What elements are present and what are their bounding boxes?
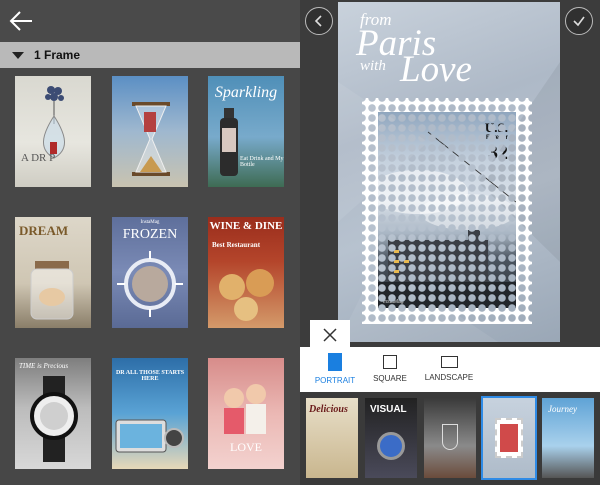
stamp-forever: Forever — [485, 135, 508, 141]
mini-stamp-photo — [500, 424, 518, 452]
confirm-button[interactable] — [565, 7, 593, 35]
template-subtitle: Best Restaurant — [212, 241, 261, 249]
stamp-brand: InstaMag — [383, 299, 404, 305]
drop-illustration — [43, 86, 65, 159]
camera-lens-icon — [377, 432, 405, 460]
left-toolbar — [0, 0, 300, 42]
template-caption: WINE & DINE — [209, 220, 283, 232]
template-caption: LOVE — [230, 440, 262, 454]
template-a-drop[interactable]: A DR P — [15, 76, 91, 187]
template-top-label: InstaMag — [140, 220, 160, 225]
template-love[interactable]: LOVE — [208, 358, 284, 469]
layout-label: LANDSCAPE — [424, 373, 474, 382]
editor-canvas[interactable]: from Paris with Love U.S. Forever 32 Ins… — [338, 2, 560, 342]
wine-glass-icon — [442, 424, 458, 450]
template-subtitle: Eat Drink and My Bottle — [240, 156, 284, 168]
landscape-icon — [440, 356, 458, 368]
close-button[interactable] — [310, 320, 350, 350]
collapse-triangle-icon — [12, 51, 24, 59]
stamp-photo[interactable]: U.S. Forever 32 InstaMag — [378, 112, 516, 308]
strip-item-delicious[interactable]: Delicious — [306, 398, 358, 478]
template-caption: FROZEN — [122, 227, 178, 242]
title-with: with — [360, 58, 386, 74]
section-label: 1 Frame — [34, 48, 81, 62]
square-icon — [383, 355, 397, 369]
back-arrow-icon[interactable] — [8, 8, 34, 34]
strip-item-journey[interactable]: Journey — [542, 398, 594, 478]
section-header[interactable]: 1 Frame — [0, 42, 300, 68]
template-time[interactable]: TIME is Precious — [15, 358, 91, 469]
template-dream[interactable]: DREAM — [15, 217, 91, 328]
back-button[interactable] — [305, 7, 333, 35]
strip-label: VISUAL — [370, 404, 407, 415]
strip-item-visual[interactable]: VISUAL — [365, 398, 417, 478]
chevron-left-icon — [314, 15, 322, 27]
watch-illustration — [30, 376, 78, 462]
template-frozen[interactable]: InstaMag FROZEN — [112, 217, 188, 328]
portrait-icon — [328, 353, 342, 371]
template-caption: Sparkling — [214, 84, 278, 101]
template-caption: DREAM — [19, 223, 69, 238]
template-strip: Delicious VISUAL Journey — [300, 392, 600, 485]
template-sparkling[interactable]: Sparkling Eat Drink and My Bottle — [208, 76, 284, 187]
hourglass-illustration — [132, 102, 170, 176]
strip-item-glass[interactable] — [424, 398, 476, 478]
stamp-country: U.S. — [484, 120, 508, 135]
template-browser: 1 Frame A DR P Sparkling Eat Drink and M… — [0, 0, 300, 485]
template-hourglass[interactable] — [112, 76, 188, 187]
stamp-frame: U.S. Forever 32 InstaMag — [362, 98, 532, 324]
close-icon — [323, 328, 337, 342]
food-illustration — [219, 269, 274, 321]
template-caption: TIME is Precious — [19, 362, 69, 370]
strip-item-paris-selected[interactable] — [481, 396, 537, 480]
stamp-price: 32 — [488, 142, 508, 164]
template-caption: A DR P — [21, 152, 56, 164]
checkmark-icon — [573, 16, 585, 27]
strip-label: Journey — [548, 404, 577, 414]
template-caption: DR ALL THOSE STARTS HERE — [115, 370, 185, 382]
template-beach[interactable]: DR ALL THOSE STARTS HERE — [112, 358, 188, 469]
strip-label: Delicious — [309, 404, 348, 415]
title-love: Love — [400, 49, 472, 90]
template-wine-dine[interactable]: WINE & DINE Best Restaurant — [208, 217, 284, 328]
editor-panel: from Paris with Love U.S. Forever 32 Ins… — [300, 0, 600, 485]
layout-landscape[interactable]: LANDSCAPE — [414, 353, 484, 382]
